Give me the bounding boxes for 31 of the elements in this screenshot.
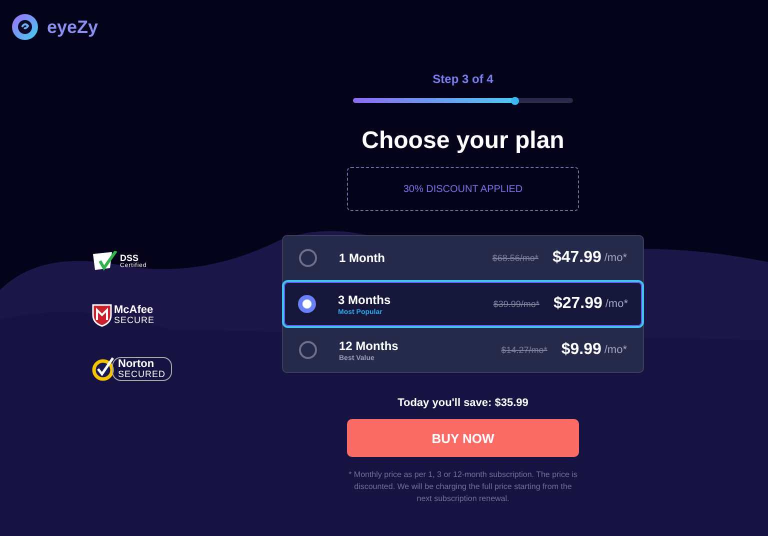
logo-icon: [11, 13, 39, 41]
radio-button[interactable]: [298, 295, 316, 313]
old-price: $14.27/mo*: [501, 345, 548, 355]
old-price: $68.56/mo*: [492, 253, 538, 263]
badge-name: McAfee: [114, 305, 154, 316]
price-unit: /mo*: [604, 252, 627, 264]
page-title: Choose your plan: [362, 127, 564, 155]
old-price: $39.99/mo*: [493, 299, 540, 309]
plan-price: $9.99: [561, 341, 602, 359]
plan-name: 12 Months: [339, 338, 400, 352]
plan-name: 1 Month: [339, 251, 386, 265]
plan-price: $27.99: [553, 295, 602, 313]
price-unit: /mo*: [605, 298, 628, 310]
badge-name: Norton: [118, 359, 156, 370]
price-unit: /mo*: [604, 344, 627, 356]
plan-price: $47.99: [552, 249, 602, 267]
savings-text: Today you'll save: $35.99: [398, 397, 528, 409]
check-shield-icon: [92, 251, 118, 271]
radio-button[interactable]: [299, 341, 317, 359]
plan-name: 3 Months: [338, 292, 392, 306]
footnote: * Monthly price as per 1, 3 or 12-month subscription. The price is discounted. We will be charging the full price starting from the next subscription renewal.: [348, 469, 578, 505]
checkmark-icon: [92, 357, 116, 381]
discount-banner: 30% DISCOUNT APPLIED: [347, 167, 579, 211]
badge-name: DSS: [120, 254, 139, 262]
brand-name: eyeZy: [47, 16, 98, 38]
badge-caption: SECURE: [114, 316, 155, 325]
radio-button[interactable]: [299, 249, 317, 267]
step-label: Step 3 of 4: [432, 72, 494, 86]
plan-option[interactable]: 1 Month $68.56/mo* $47.99 /mo*: [283, 236, 643, 280]
shield-icon: [92, 303, 112, 327]
badge-caption: SECURED: [118, 370, 166, 379]
